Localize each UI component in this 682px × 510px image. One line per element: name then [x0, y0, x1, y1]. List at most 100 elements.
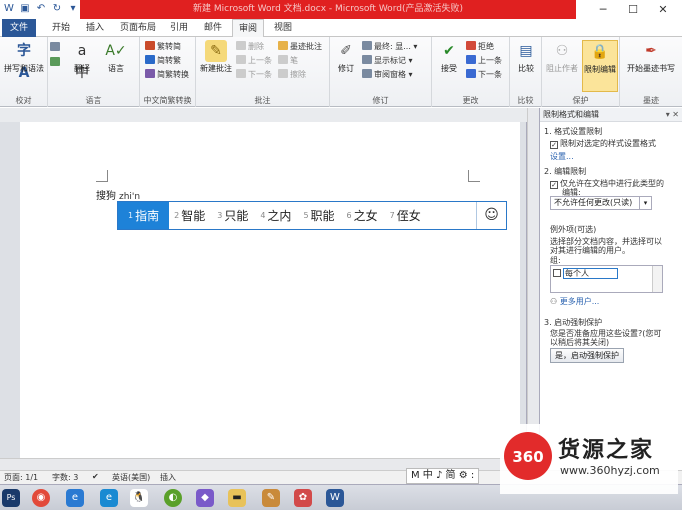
paint-icon[interactable]: ✿ — [294, 489, 312, 507]
page-count[interactable]: 页面: 1/1 — [4, 472, 38, 483]
minimize-button[interactable]: ─ — [588, 0, 618, 19]
pen-button[interactable]: 笔 — [278, 55, 298, 66]
photoshop-icon[interactable]: Ps — [2, 489, 20, 507]
tab-view[interactable]: 视图 — [268, 19, 298, 37]
thesaurus-icon[interactable] — [50, 57, 62, 68]
ime-status-bar[interactable]: M 中 ♪ 简 ⚙ : — [406, 468, 480, 484]
accept-button[interactable]: ✔ 接受 — [435, 40, 463, 74]
word-icon[interactable]: W — [2, 2, 16, 16]
ruler — [0, 108, 527, 122]
block-authors-button[interactable]: ⚇ 阻止作者 — [544, 40, 580, 74]
ribbon: 字A 拼写和语法 校对 a中 翻译 A✓ 语言 语言 繁转简 简转繁 简繁转换 … — [0, 37, 682, 107]
ink-comment-button[interactable]: 墨迹批注 — [278, 41, 322, 52]
tab-insert[interactable]: 插入 — [80, 19, 110, 37]
save-icon[interactable]: ▣ — [18, 2, 32, 16]
language-button[interactable]: A✓ 语言 — [100, 40, 132, 74]
track-changes-icon: ✐ — [340, 43, 352, 59]
svg-text:360: 360 — [512, 448, 543, 466]
compare-button[interactable]: ▤ 比较 — [512, 40, 540, 74]
everyone-checkbox[interactable]: 每个人 — [553, 268, 618, 279]
maximize-button[interactable]: ☐ — [618, 0, 648, 19]
emoji-button[interactable]: ☺ — [476, 202, 506, 229]
vertical-scrollbar[interactable] — [527, 108, 539, 424]
pane-controls[interactable]: ▾ ✕ — [666, 108, 679, 122]
section-title: 3. 启动强制保护 — [544, 318, 603, 327]
undo-icon[interactable]: ↶ — [34, 2, 48, 16]
trad-to-simp-button[interactable]: 繁转简 — [145, 41, 181, 52]
delete-comment-button[interactable]: 删除 — [236, 41, 264, 52]
redo-icon[interactable]: ↻ — [50, 2, 64, 16]
section-title: 1. 格式设置限制 — [544, 127, 603, 136]
candidate-item[interactable]: 4 之内 — [255, 202, 298, 229]
tab-file[interactable]: 文件 — [2, 19, 36, 37]
restrict-editing-button[interactable]: 🔒 限制编辑 — [582, 40, 618, 92]
folder-icon[interactable]: ▬ — [228, 489, 246, 507]
format-restriction-checkbox[interactable]: ✓ 限制对选定的样式设置格式 — [550, 138, 656, 149]
erase-button[interactable]: 擦除 — [278, 69, 306, 80]
prev-comment-button[interactable]: 上一条 — [236, 55, 272, 66]
brush-icon[interactable]: ✎ — [262, 489, 280, 507]
research-icon[interactable] — [50, 42, 62, 53]
next-change-button[interactable]: 下一条 — [466, 69, 502, 80]
watermark: 360 货源之家 www.360hyzj.com — [500, 424, 678, 494]
candidate-item[interactable]: 6 之女 — [342, 202, 385, 229]
group-tracking: ✐ 修订 最终: 显... ▾ 显示标记 ▾ 审阅窗格 ▾ 修订 — [330, 37, 432, 107]
start-enforcing-button[interactable]: 是，启动强制保护 — [550, 348, 624, 363]
reject-button[interactable]: 拒绝 — [466, 41, 494, 52]
qq-icon[interactable]: 🐧 — [130, 489, 148, 507]
ie-icon[interactable]: e — [66, 489, 84, 507]
candidate-item[interactable]: 1 指南 — [118, 202, 170, 229]
users-list[interactable]: 每个人 — [550, 265, 663, 293]
tab-home[interactable]: 开始 — [46, 19, 76, 37]
reviewing-pane-button[interactable]: 审阅窗格 ▾ — [362, 69, 413, 80]
next-comment-button[interactable]: 下一条 — [236, 69, 272, 80]
start-inking-button[interactable]: ✒ 开始墨迹书写 — [626, 40, 676, 74]
conversion-button[interactable]: 简繁转换 — [145, 69, 189, 80]
insert-mode[interactable]: 插入 — [160, 472, 176, 483]
group-comments: ✎ 新建批注 删除 上一条 下一条 墨迹批注 笔 擦除 批注 — [196, 37, 330, 107]
accept-icon: ✔ — [443, 43, 455, 59]
window-title: 新建 Microsoft Word 文档.docx - Microsoft Wo… — [193, 4, 463, 14]
previous-change-button[interactable]: 上一条 — [466, 55, 502, 66]
track-changes-button[interactable]: ✐ 修订 — [333, 40, 359, 74]
convert-icon — [145, 69, 155, 78]
document-page[interactable] — [20, 122, 520, 458]
chrome-icon[interactable]: ◉ — [32, 489, 50, 507]
language-status[interactable]: 英语(美国) — [112, 472, 150, 483]
settings-link[interactable]: 设置... — [550, 151, 574, 162]
proofing-status-icon[interactable]: ✔ — [92, 472, 99, 481]
margin-corner — [468, 170, 480, 182]
browser-icon[interactable]: ◐ — [164, 489, 182, 507]
spelling-grammar-button[interactable]: 字A 拼写和语法 — [3, 40, 45, 81]
checkbox-icon: ✓ — [550, 181, 558, 189]
candidate-item[interactable]: 3 只能 — [212, 202, 255, 229]
customize-qat-icon[interactable]: ▾ — [66, 2, 80, 16]
candidate-item[interactable]: 2 智能 — [169, 202, 212, 229]
tab-mailings[interactable]: 邮件 — [198, 19, 228, 37]
editing-type-select[interactable]: 不允许任何更改(只读) ▾ — [550, 196, 652, 210]
list-scrollbar[interactable] — [652, 266, 662, 292]
globe-icon: A✓ — [105, 43, 127, 59]
simp-to-trad-button[interactable]: 简转繁 — [145, 55, 181, 66]
section-title: 2. 编辑限制 — [544, 167, 587, 176]
candidate-item[interactable]: 7 侄女 — [385, 202, 428, 229]
chevron-down-icon: ▾ — [639, 197, 651, 209]
more-users-link[interactable]: ⚇ 更多用户... — [550, 296, 599, 307]
show-markup-button[interactable]: 显示标记 ▾ — [362, 55, 413, 66]
translate-button[interactable]: a中 翻译 — [68, 40, 96, 81]
word-taskbar-icon[interactable]: W — [326, 489, 344, 507]
display-for-review-select[interactable]: 最终: 显... ▾ — [362, 41, 417, 52]
tab-page-layout[interactable]: 页面布局 — [114, 19, 162, 37]
candidate-item[interactable]: 5 职能 — [298, 202, 341, 229]
checkbox-icon: ✓ — [550, 141, 558, 149]
edge-icon[interactable]: e — [100, 489, 118, 507]
tab-references[interactable]: 引用 — [164, 19, 194, 37]
restrict-editing-pane: 限制格式和编辑 ▾ ✕ 1. 格式设置限制 ✓ 限制对选定的样式设置格式 设置..… — [539, 108, 682, 470]
new-comment-button[interactable]: ✎ 新建批注 — [198, 40, 234, 74]
translate-icon: a中 — [75, 43, 89, 81]
app-icon[interactable]: ◆ — [196, 489, 214, 507]
word-count[interactable]: 字数: 3 — [52, 472, 78, 483]
close-button[interactable]: ✕ — [648, 0, 678, 19]
tab-review[interactable]: 审阅 — [232, 19, 265, 38]
ribbon-tabs: 文件 开始 插入 页面布局 引用 邮件 审阅 视图 — [0, 19, 682, 38]
